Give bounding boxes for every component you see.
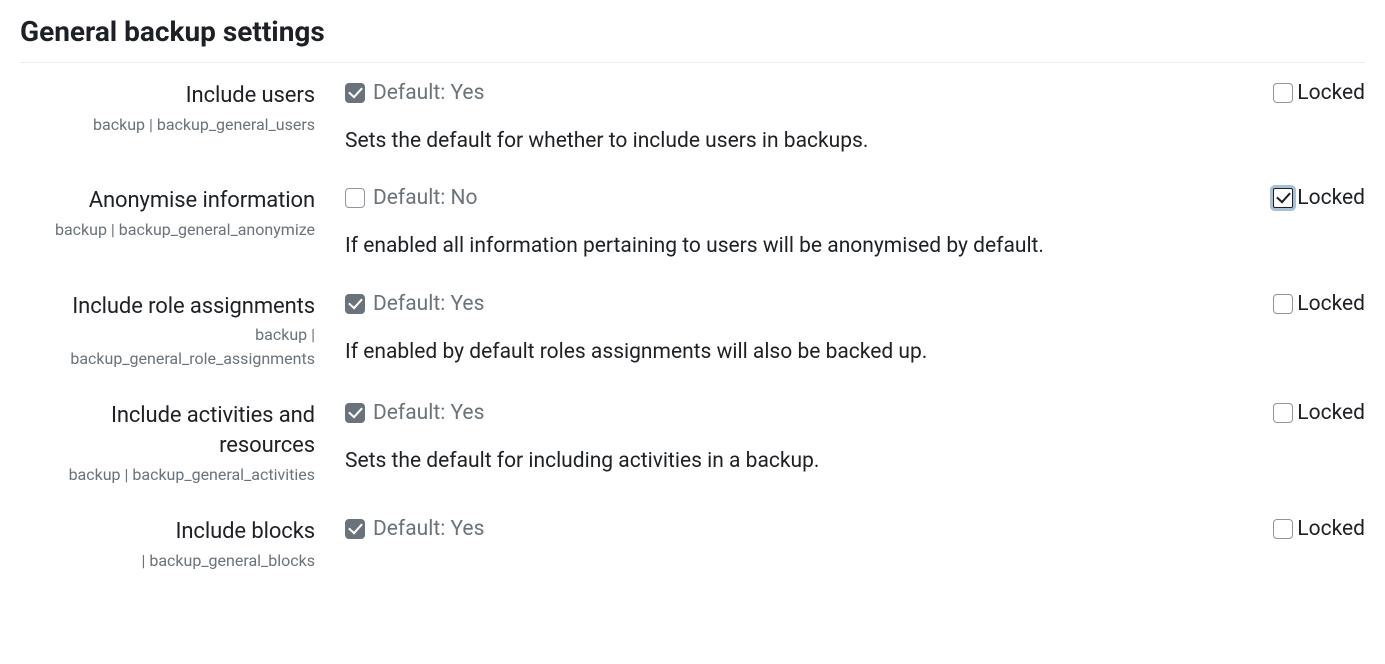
default-checkbox[interactable]	[345, 519, 365, 539]
content-column: Default: Yes Locked	[345, 517, 1365, 563]
default-line: Default: Yes	[345, 292, 1253, 316]
setting-label: Include users	[20, 81, 315, 111]
setting-label: Include blocks	[20, 517, 315, 547]
label-column: Include activities and resources backup |…	[20, 401, 345, 486]
default-line: Default: Yes	[345, 401, 1253, 425]
default-checkbox[interactable]	[345, 403, 365, 423]
default-checkbox[interactable]	[345, 188, 365, 208]
content-column: Default: Yes Sets the default for includi…	[345, 401, 1365, 476]
default-text: Default: Yes	[373, 81, 484, 105]
setting-row: Include activities and resources backup |…	[20, 401, 1365, 486]
default-line: Default: Yes	[345, 81, 1253, 105]
default-line: Default: Yes	[345, 517, 1253, 541]
default-checkbox[interactable]	[345, 294, 365, 314]
setting-label: Include activities and resources	[20, 401, 315, 460]
locked-block: Locked	[1273, 292, 1365, 316]
locked-label: Locked	[1297, 517, 1365, 541]
default-text: Default: Yes	[373, 292, 484, 316]
default-checkbox[interactable]	[345, 83, 365, 103]
locked-block: Locked	[1273, 81, 1365, 105]
default-line: Default: No	[345, 186, 1253, 210]
label-column: Include blocks| backup_general_blocks	[20, 517, 345, 573]
default-text: Default: Yes	[373, 401, 484, 425]
default-block: Default: Yes Sets the default for whether…	[345, 81, 1253, 156]
setting-description: Sets the default for whether to include …	[345, 127, 1253, 156]
locked-block: Locked	[1273, 401, 1365, 425]
content-column: Default: Yes Sets the default for whether…	[345, 81, 1365, 156]
default-block: Default: Yes Sets the default for includi…	[345, 401, 1253, 476]
setting-row: Anonymise informationbackup | backup_gen…	[20, 186, 1365, 261]
locked-checkbox[interactable]	[1273, 294, 1293, 314]
setting-name: backup | backup_general_role_assignments	[20, 323, 315, 371]
label-column: Include usersbackup | backup_general_use…	[20, 81, 345, 137]
setting-name: backup | backup_general_activities	[20, 463, 315, 487]
divider	[20, 62, 1365, 63]
default-block: Default: Yes	[345, 517, 1253, 563]
setting-name: backup | backup_general_users	[20, 113, 315, 137]
locked-label: Locked	[1297, 401, 1365, 425]
locked-label: Locked	[1297, 292, 1365, 316]
setting-description: If enabled all information pertaining to…	[345, 232, 1253, 261]
setting-name: | backup_general_blocks	[20, 549, 315, 573]
locked-block: Locked	[1273, 186, 1365, 210]
label-column: Anonymise informationbackup | backup_gen…	[20, 186, 345, 242]
default-block: Default: No If enabled all information pe…	[345, 186, 1253, 261]
default-text: Default: No	[373, 186, 477, 210]
label-column: Include role assignmentsbackup | backup_…	[20, 292, 345, 372]
default-text: Default: Yes	[373, 517, 484, 541]
page-title: General backup settings	[20, 15, 1365, 48]
locked-label: Locked	[1297, 81, 1365, 105]
setting-description: If enabled by default roles assignments …	[345, 338, 1253, 367]
locked-checkbox[interactable]	[1273, 83, 1293, 103]
setting-label: Include role assignments	[20, 292, 315, 322]
setting-row: Include role assignmentsbackup | backup_…	[20, 292, 1365, 372]
default-block: Default: Yes If enabled by default roles …	[345, 292, 1253, 367]
setting-name: backup | backup_general_anonymize	[20, 218, 315, 242]
content-column: Default: Yes If enabled by default roles …	[345, 292, 1365, 367]
locked-checkbox[interactable]	[1273, 403, 1293, 423]
locked-label: Locked	[1297, 186, 1365, 210]
setting-label: Anonymise information	[20, 186, 315, 216]
locked-checkbox[interactable]	[1273, 188, 1293, 208]
setting-row: Include usersbackup | backup_general_use…	[20, 81, 1365, 156]
locked-block: Locked	[1273, 517, 1365, 541]
content-column: Default: No If enabled all information pe…	[345, 186, 1365, 261]
setting-row: Include blocks| backup_general_blocksDef…	[20, 517, 1365, 573]
setting-description: Sets the default for including activitie…	[345, 447, 1253, 476]
locked-checkbox[interactable]	[1273, 519, 1293, 539]
